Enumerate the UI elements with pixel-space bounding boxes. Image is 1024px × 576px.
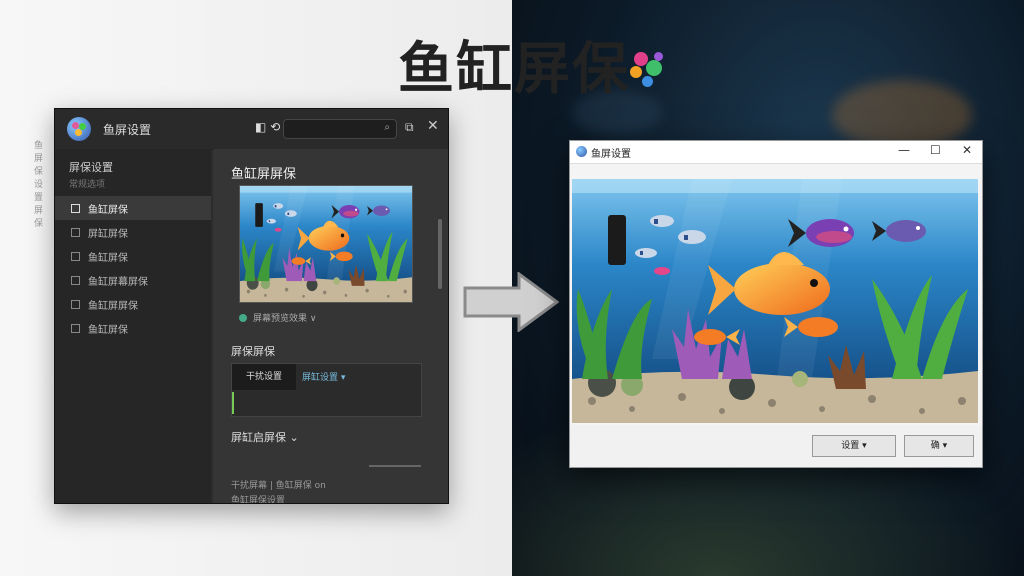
section-fish-dropdown[interactable]: 屏缸启屏保 ⌄ bbox=[231, 429, 299, 445]
sidebar-subheading: 常规选项 bbox=[69, 180, 106, 190]
sidebar-item-3[interactable]: 鱼缸屏保 bbox=[55, 244, 211, 268]
aquarium-thumbnail[interactable] bbox=[239, 185, 413, 303]
ok-dropdown-button[interactable]: 确 ▾ bbox=[904, 435, 974, 457]
sidebar-item-1[interactable]: 鱼缸屏保 bbox=[55, 196, 211, 220]
section-effect-label: 屏保屏保 bbox=[231, 345, 275, 358]
footer-line: 鱼缸屏保设置 bbox=[231, 496, 286, 504]
aquarium-thumbnail-image bbox=[240, 186, 412, 302]
sidebar-item-label: 鱼缸屏保 bbox=[88, 204, 128, 216]
sidebar-item-6[interactable]: 鱼缸屏保 bbox=[55, 316, 211, 340]
preview-caption-text: 屏幕预览效果 ∨ bbox=[253, 314, 317, 324]
tab-dropdown[interactable]: 屏缸设置 ▾ bbox=[302, 370, 345, 383]
scrollbar[interactable] bbox=[438, 219, 442, 289]
sidebar-item-label: 鱼缸屏保 bbox=[88, 252, 128, 264]
sidebar-item-4[interactable]: 鱼缸屏幕屏保 bbox=[55, 268, 211, 292]
sidebar-item-2[interactable]: 屏缸屏保 bbox=[55, 220, 211, 244]
sidebar-item-label: 鱼缸屏保 bbox=[88, 324, 128, 336]
panel-title: 鱼缸屏屏保 bbox=[231, 167, 297, 182]
minimize-icon[interactable]: — bbox=[898, 143, 910, 157]
desktop-text: 鱼 屏 保 设 置 屏 保 bbox=[34, 141, 44, 229]
sidebar-heading: 屏保设置 bbox=[69, 161, 113, 174]
pin-icon[interactable]: ⧉ bbox=[405, 120, 414, 135]
effect-options-box: 干扰设置 屏缸设置 ▾ bbox=[231, 363, 422, 417]
footer-text: 干扰屏幕 | 鱼缸屏保 on 鱼缸屏保设置 bbox=[231, 479, 326, 504]
sidebar-item-label: 屏缸屏保 bbox=[88, 228, 128, 240]
search-icon: ⌕ bbox=[384, 122, 390, 133]
settings-dropdown-button[interactable]: 设置 ▾ bbox=[812, 435, 896, 457]
sidebar-item-5[interactable]: 鱼缸屏屏保 bbox=[55, 292, 211, 316]
maximize-icon[interactable]: ☐ bbox=[930, 143, 941, 157]
sidebar-item-label: 鱼缸屏幕屏保 bbox=[88, 276, 148, 288]
sidebar-item-label: 鱼缸屏屏保 bbox=[88, 300, 138, 312]
app-logo-icon bbox=[576, 146, 587, 157]
checkbox-icon[interactable] bbox=[71, 251, 80, 261]
search-input[interactable]: ⌕ bbox=[283, 119, 397, 139]
settings-titlebar: 鱼屏设置 ◧ ⟲ ⌕ ⧉ ✕ bbox=[55, 109, 448, 150]
hero-title: 鱼缸屏保 bbox=[398, 37, 630, 102]
close-icon[interactable]: ✕ bbox=[427, 118, 439, 134]
preview-status-icon bbox=[239, 313, 247, 322]
close-icon[interactable]: ✕ bbox=[962, 143, 972, 157]
settings-sidebar: 屏保设置 常规选项 鱼缸屏保 屏缸屏保 鱼缸屏保 鱼缸屏幕屏保 鱼缸屏屏保 鱼缸… bbox=[55, 149, 211, 503]
aquarium-image bbox=[572, 179, 978, 423]
settings-main-panel: 鱼缸屏屏保 屏幕预览效果 ∨ 屏保屏保 干扰设置 屏缸设置 ▾ 屏缸启屏保 ⌄ … bbox=[213, 149, 448, 503]
arrow-right-icon bbox=[463, 272, 559, 332]
view-toggle-icon[interactable]: ◧ ⟲ bbox=[255, 120, 280, 134]
slider-track[interactable] bbox=[369, 465, 421, 467]
app-logo-icon bbox=[67, 117, 91, 141]
tab-active[interactable]: 干扰设置 bbox=[232, 364, 296, 390]
preview-title: 鱼屏设置 bbox=[591, 149, 631, 160]
aquarium-scene bbox=[572, 179, 978, 423]
checkbox-icon[interactable] bbox=[71, 299, 80, 309]
preview-footer: 设置 ▾ 确 ▾ bbox=[570, 425, 982, 467]
settings-title: 鱼屏设置 bbox=[103, 123, 152, 137]
preview-titlebar: 鱼屏设置 — ☐ ✕ bbox=[570, 141, 982, 164]
checkbox-icon[interactable] bbox=[71, 203, 80, 213]
preview-window: 鱼屏设置 — ☐ ✕ 设置 ▾ 确 ▾ bbox=[569, 140, 983, 468]
checkbox-icon[interactable] bbox=[71, 227, 80, 237]
checkbox-icon[interactable] bbox=[71, 275, 80, 285]
green-indicator bbox=[232, 392, 234, 414]
checkbox-icon[interactable] bbox=[71, 323, 80, 333]
footer-line: 干扰屏幕 | 鱼缸屏保 on bbox=[231, 481, 326, 491]
preview-caption[interactable]: 屏幕预览效果 ∨ bbox=[239, 311, 316, 324]
settings-window: 鱼屏设置 ◧ ⟲ ⌕ ⧉ ✕ 屏保设置 常规选项 鱼缸屏保 屏缸屏保 鱼缸屏保 … bbox=[54, 108, 449, 504]
colorful-dots-icon bbox=[628, 50, 672, 94]
